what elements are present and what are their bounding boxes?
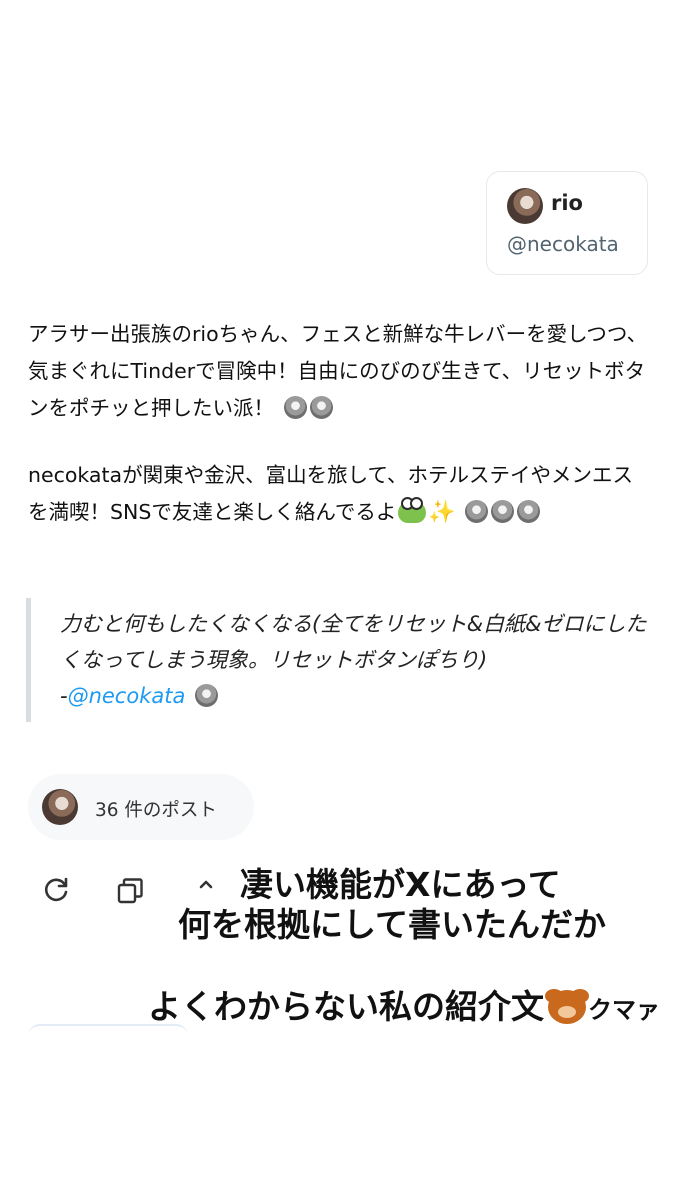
copy-icon[interactable]: [114, 875, 146, 907]
profile-handle[interactable]: @necokata: [507, 232, 619, 256]
face-emoji-icon: [465, 500, 489, 523]
avatar[interactable]: [507, 188, 543, 224]
quote-block: 力むと何もしたくなくなる(全てをリセット&白紙&ゼロにしたくなってしまう現象。リ…: [26, 598, 653, 722]
caption-line-3-text: よくわからない私の紹介文: [148, 987, 544, 1026]
caption-line-3: よくわからない私の紹介文 クマァ: [148, 980, 660, 1028]
face-emoji-icon: [491, 500, 515, 523]
profile-name: rio: [551, 191, 583, 215]
caption-line-2: 何を根拠にして書いたんだか: [178, 905, 607, 944]
bio-paragraph-2: necokataが関東や金沢、富山を旅して、ホテルステイやメンエスを満喫！SNS…: [28, 457, 653, 531]
profile-card[interactable]: rio @necokata: [486, 171, 648, 275]
face-emoji-icon: [195, 684, 219, 707]
bear-emoji-icon: [546, 988, 588, 1024]
face-emoji-icon: [517, 500, 541, 523]
refresh-icon[interactable]: [40, 874, 72, 906]
quote-author-link[interactable]: @necokata: [68, 684, 186, 708]
posts-count-label: 36 件のポスト: [95, 800, 217, 821]
face-emoji-icon: [309, 396, 333, 419]
avatar: [42, 789, 78, 825]
chevron-up-icon[interactable]: [196, 874, 216, 894]
caption-suffix: クマァ: [588, 996, 660, 1024]
posts-count-button[interactable]: 36 件のポスト: [28, 774, 254, 840]
face-emoji-icon: [283, 396, 307, 419]
quote-dash: -: [60, 684, 68, 708]
quote-text: 力むと何もしたくなくなる(全てをリセット&白紙&ゼロにしたくなってしまう現象。リ…: [60, 612, 647, 672]
partial-element: [28, 1024, 188, 1036]
bio-paragraph-1: アラサー出張族のrioちゃん、フェスと新鮮な牛レバーを愛しつつ、気まぐれにTin…: [28, 316, 653, 427]
bio-paragraph-1-text: アラサー出張族のrioちゃん、フェスと新鮮な牛レバーを愛しつつ、気まぐれにTin…: [28, 322, 648, 420]
bio-paragraph-2-text: necokataが関東や金沢、富山を旅して、ホテルステイやメンエスを満喫！SNS…: [28, 463, 633, 524]
frog-emoji-icon: [398, 497, 427, 523]
sparkles-emoji-icon: ✨: [428, 500, 456, 525]
